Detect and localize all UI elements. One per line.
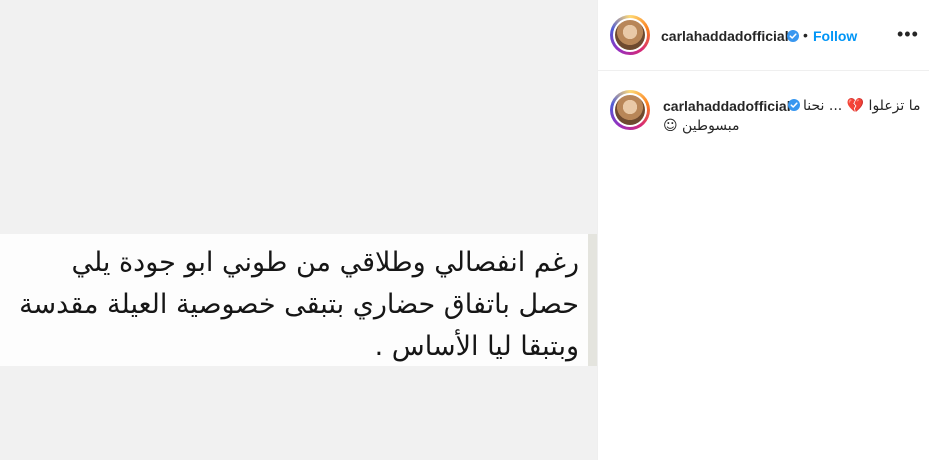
caption-text-line-2: مبسوطين ☺ (663, 118, 740, 134)
post-text-line-1: رغم انفصالي وطلاقي من طوني ابو جودة يلي (71, 247, 579, 278)
post-text-line-2: حصل باتفاق حضاري بتبقى خصوصية العيلة مقد… (19, 289, 579, 320)
header-username[interactable]: carlahaddadofficial (661, 28, 789, 44)
avatar[interactable] (610, 15, 650, 55)
follow-button[interactable]: Follow (813, 28, 857, 44)
post-image-text: رغم انفصالي وطلاقي من طوني ابو جودة يلي … (0, 242, 579, 368)
more-options-icon[interactable]: ••• (897, 24, 919, 45)
header-separator: • (803, 27, 808, 43)
caption-verified-badge-icon (788, 99, 800, 111)
caption-username[interactable]: carlahaddadofficial (663, 98, 791, 114)
post-image: رغم انفصالي وطلاقي من طوني ابو جودة يلي … (0, 0, 597, 460)
post-header: carlahaddadofficial • Follow ••• (598, 0, 929, 71)
caption-avatar[interactable] (610, 90, 650, 130)
post-text-line-3: وبتبقا ليا الأساس . (374, 331, 579, 362)
caption-text-line-1: ما تزعلوا 💔 ... نحنا (803, 98, 921, 114)
text-card-edge (588, 234, 597, 366)
verified-badge-icon (787, 30, 799, 42)
